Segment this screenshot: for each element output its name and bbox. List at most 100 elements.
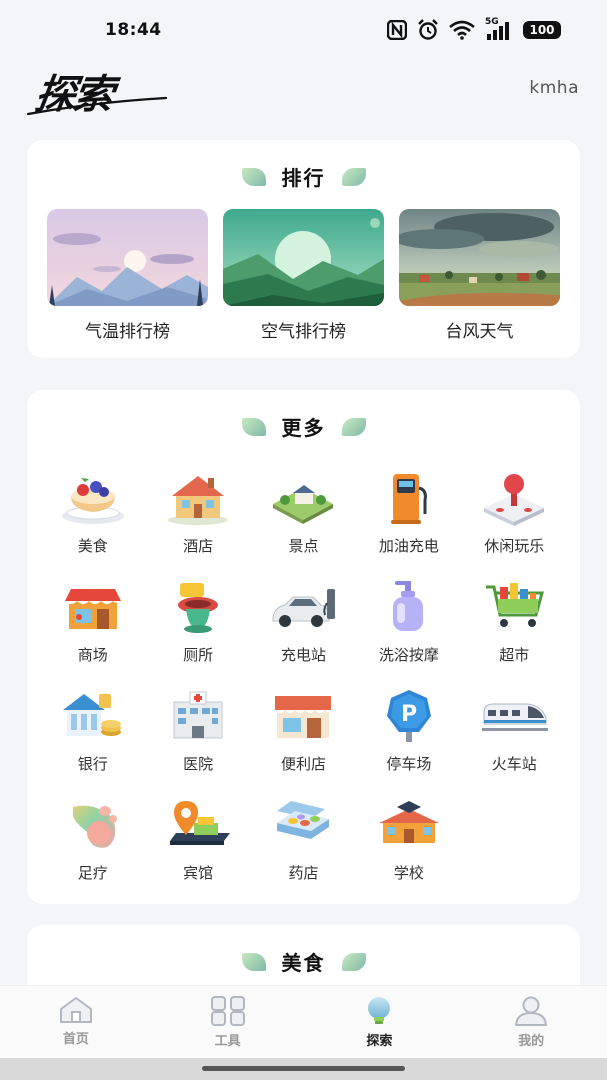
category-train-station[interactable]: 火车站 xyxy=(462,688,567,797)
scenic-spot-icon xyxy=(268,470,338,526)
category-bank[interactable]: 银行 xyxy=(40,688,145,797)
tab-tools[interactable]: 工具 xyxy=(152,986,304,1058)
category-label: 宾馆 xyxy=(183,864,214,882)
parking-icon: P xyxy=(374,688,444,744)
ranking-card: 排行 气温排行榜 空气排行榜 台风天气 xyxy=(27,140,580,358)
fuel-pump-icon xyxy=(374,470,444,526)
tab-label: 我的 xyxy=(518,1034,545,1049)
category-parking[interactable]: P 停车场 xyxy=(356,688,461,797)
guesthouse-pin-icon xyxy=(163,797,233,853)
category-fuel-charge[interactable]: 加油充电 xyxy=(356,470,461,579)
school-icon xyxy=(374,797,444,853)
tab-explore[interactable]: 探索 xyxy=(304,986,456,1058)
tab-label: 首页 xyxy=(62,1032,89,1047)
category-scenic-spot[interactable]: 景点 xyxy=(251,470,356,579)
ev-charging-icon xyxy=(268,579,338,635)
ranking-item-air[interactable]: 空气排行榜 xyxy=(223,209,384,342)
username[interactable]: kmha xyxy=(529,78,579,98)
category-guesthouse[interactable]: 宾馆 xyxy=(145,797,250,906)
tab-home[interactable]: 首页 xyxy=(0,986,152,1058)
category-label: 银行 xyxy=(77,755,108,773)
temperature-landscape-image xyxy=(47,209,208,306)
ranking-item-typhoon[interactable]: 台风天气 xyxy=(399,209,560,342)
category-label: 学校 xyxy=(393,864,424,882)
food-section-title: 美食 xyxy=(27,947,580,976)
category-bath-massage[interactable]: 洗浴按摩 xyxy=(356,579,461,688)
category-label: 美食 xyxy=(77,537,108,555)
food-title: 美食 xyxy=(281,951,326,975)
foot-icon xyxy=(58,797,128,853)
ranking-label-air: 空气排行榜 xyxy=(261,322,346,342)
category-label: 加油充电 xyxy=(378,537,439,555)
joystick-icon xyxy=(479,470,549,526)
alarm-icon xyxy=(418,19,438,40)
category-label: 药店 xyxy=(288,864,319,882)
tab-label: 探索 xyxy=(366,1034,393,1049)
category-convenience-store[interactable]: 便利店 xyxy=(251,688,356,797)
bank-icon xyxy=(58,688,128,744)
ranking-title: 排行 xyxy=(281,166,326,190)
bulb-icon xyxy=(368,997,391,1024)
category-label: 景点 xyxy=(288,537,319,555)
category-toilet[interactable]: 厕所 xyxy=(145,579,250,688)
category-mall[interactable]: 商场 xyxy=(40,579,145,688)
category-food[interactable]: 美食 xyxy=(40,470,145,579)
svg-text:P: P xyxy=(401,702,417,727)
category-label: 充电站 xyxy=(280,646,326,664)
nfc-icon xyxy=(387,20,407,40)
category-label: 商场 xyxy=(77,646,108,664)
ranking-item-temperature[interactable]: 气温排行榜 xyxy=(47,209,208,342)
signal-5g-icon: 5G xyxy=(485,17,513,41)
wifi-icon xyxy=(449,20,475,40)
category-school[interactable]: 学校 xyxy=(356,797,461,906)
category-hotel[interactable]: 酒店 xyxy=(145,470,250,579)
category-label: 洗浴按摩 xyxy=(378,646,439,664)
category-leisure[interactable]: 休闲玩乐 xyxy=(462,470,567,579)
status-time: 18:44 xyxy=(105,20,162,40)
brand-logo: 探索 xyxy=(26,62,171,120)
cake-icon xyxy=(58,470,128,526)
convenience-store-icon xyxy=(268,688,338,744)
pill-box-icon xyxy=(268,797,338,853)
home-indicator[interactable] xyxy=(202,1066,405,1071)
toilet-icon xyxy=(163,579,233,635)
bottom-tab-bar: 首页 工具 探索 我的 xyxy=(0,985,607,1058)
ranking-section-title: 排行 xyxy=(27,162,580,191)
leaf-right-icon xyxy=(341,952,366,971)
status-icons: 5G 100 xyxy=(387,17,561,42)
more-title: 更多 xyxy=(281,416,326,440)
user-icon xyxy=(515,996,548,1026)
leaf-right-icon xyxy=(341,417,366,436)
category-supermarket[interactable]: 超市 xyxy=(462,579,567,688)
category-label: 停车场 xyxy=(386,755,432,773)
category-pharmacy[interactable]: 药店 xyxy=(251,797,356,906)
ranking-label-typhoon: 台风天气 xyxy=(445,322,514,342)
category-label: 厕所 xyxy=(183,646,214,664)
category-label: 足疗 xyxy=(77,864,108,882)
battery-level: 100 xyxy=(529,23,555,37)
more-section-title: 更多 xyxy=(27,412,580,441)
tab-mine[interactable]: 我的 xyxy=(455,986,607,1058)
category-hospital[interactable]: 医院 xyxy=(145,688,250,797)
leaf-left-icon xyxy=(241,952,266,971)
typhoon-landscape-image xyxy=(399,209,560,306)
category-label: 酒店 xyxy=(183,537,214,555)
category-label: 医院 xyxy=(183,755,214,773)
air-landscape-image xyxy=(223,209,384,306)
category-label: 休闲玩乐 xyxy=(484,537,545,555)
ranking-list: 气温排行榜 空气排行榜 台风天气 xyxy=(47,209,560,342)
tab-label: 工具 xyxy=(214,1034,241,1049)
status-bar: 18:44 5G 100 xyxy=(0,0,607,60)
home-icon xyxy=(59,997,92,1023)
category-label: 超市 xyxy=(499,646,530,664)
category-grid: 美食 酒店 景点 加油充电 休闲玩乐 商场 厕所 充电站 洗浴按摩 超市 银行 … xyxy=(40,470,567,906)
category-charging-station[interactable]: 充电站 xyxy=(251,579,356,688)
category-label: 火车站 xyxy=(491,755,537,773)
category-foot-massage[interactable]: 足疗 xyxy=(40,797,145,906)
category-label: 便利店 xyxy=(280,755,326,773)
battery-icon: 100 xyxy=(523,21,561,39)
more-card: 更多 美食 酒店 景点 加油充电 休闲玩乐 商场 厕所 充电站 洗浴按摩 超市 … xyxy=(27,390,580,904)
leaf-right-icon xyxy=(341,167,366,186)
brand-underline-stroke xyxy=(26,96,168,116)
soap-bottle-icon xyxy=(374,579,444,635)
